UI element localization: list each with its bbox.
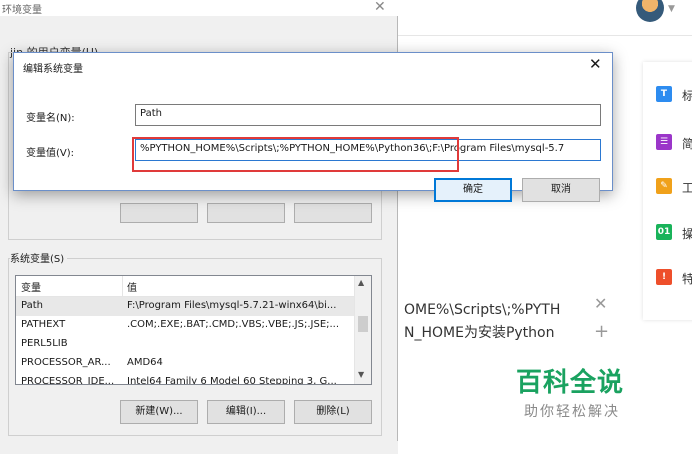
highlight-box [132,137,459,172]
sidebar-item-label: 操 [682,227,692,241]
table-row[interactable]: PROCESSOR_AR... AMD64 [16,354,356,373]
row-name: PROCESSOR_IDE... [21,376,115,385]
column-header-value[interactable]: 值 [127,279,137,294]
ok-button[interactable]: 确定 [434,178,512,202]
system-vars-label: 系统变量(S) [10,250,68,265]
system-vars-list[interactable]: 变量 值 Path F:\Program Files\mysql-5.7.21-… [15,275,372,385]
table-row[interactable]: PERL5LIB [16,335,356,354]
sidebar-item-3[interactable]: ✎ 工 [656,178,692,196]
row-value: .COM;.EXE;.BAT;.CMD;.VBS;.VBE;.JS;.JSE;.… [127,319,340,330]
variable-value-label: 变量值(V): [26,148,75,159]
sidebar-item-4[interactable]: 01 操 [656,224,692,242]
user-new-button[interactable] [120,203,198,223]
user-edit-button[interactable] [207,203,285,223]
row-name: Path [21,300,43,311]
scroll-down-icon[interactable]: ▼ [358,370,364,379]
steps-icon: 01 [656,224,672,240]
row-value: Intel64 Family 6 Model 60 Stepping 3, G.… [127,376,337,385]
cancel-button[interactable]: 取消 [522,178,600,202]
row-value: AMD64 [127,357,163,368]
scroll-thumb[interactable] [358,316,368,332]
article-text-line: OME%\Scripts\;%PYTH [404,302,561,318]
text-icon: T [656,86,672,102]
sidebar-item-label: 标 [682,89,692,103]
list-icon: ☰ [656,134,672,150]
row-name: PERL5LIB [21,338,68,349]
edit-dialog-title: 编辑系统变量 [23,64,83,75]
close-icon[interactable]: ✕ [374,0,386,15]
table-row[interactable]: PROCESSOR_IDE... Intel64 Family 6 Model … [16,373,356,385]
article-text-line: N_HOME为安装Python [404,325,555,341]
sidebar-item-5[interactable]: ! 特 [656,269,692,287]
sidebar-item-1[interactable]: T 标 [656,86,692,104]
close-icon[interactable]: ✕ [589,55,602,73]
scroll-up-icon[interactable]: ▲ [358,278,364,287]
column-header-variable[interactable]: 变量 [21,279,41,294]
chevron-down-icon[interactable]: ▼ [668,4,675,14]
list-header: 变量 值 [16,276,356,297]
sidebar-item-label: 特 [682,272,692,286]
env-dialog-titlebar [0,0,398,16]
table-row[interactable]: Path F:\Program Files\mysql-5.7.21-winx6… [16,297,356,316]
env-dialog-title: 环境变量 [2,5,42,16]
row-name: PROCESSOR_AR... [21,357,111,368]
sidebar-item-label: 简 [682,137,692,151]
close-icon[interactable]: ✕ [594,294,607,313]
column-divider[interactable] [122,276,123,296]
logo-title: 百科全说 [516,368,625,398]
list-scrollbar[interactable]: ▲ ▼ [354,276,371,384]
user-delete-button[interactable] [294,203,372,223]
tool-icon: ✎ [656,178,672,194]
delete-button[interactable]: 删除(L) [294,400,372,424]
row-value: F:\Program Files\mysql-5.7.21-winx64\bi.… [127,300,337,311]
variable-name-field[interactable]: Path [135,104,601,126]
row-name: PATHEXT [21,319,66,330]
edit-button[interactable]: 编辑(I)... [207,400,285,424]
plus-icon[interactable]: + [594,321,609,342]
new-button[interactable]: 新建(W)... [120,400,198,424]
variable-name-label: 变量名(N): [26,113,75,124]
sidebar-item-label: 工 [682,181,692,195]
dialog-bottom-strip [0,441,398,454]
table-row[interactable]: PATHEXT .COM;.EXE;.BAT;.CMD;.VBS;.VBE;.J… [16,316,356,335]
logo-subtitle: 助你轻松解决 [524,404,620,420]
warning-icon: ! [656,269,672,285]
sidebar-item-2[interactable]: ☰ 简 [656,134,692,152]
